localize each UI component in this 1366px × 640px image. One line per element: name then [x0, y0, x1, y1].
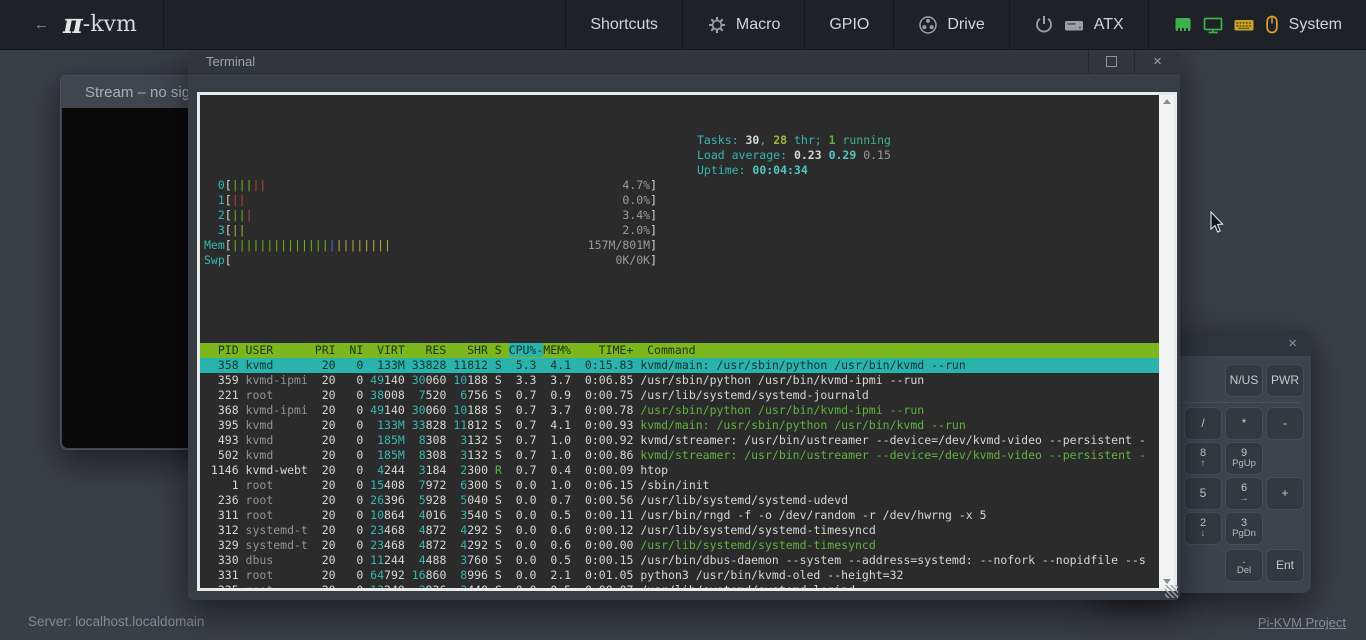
pikvm-logo: π — [63, 9, 83, 40]
process-row-311[interactable]: 311 root 20 0 10864 4016 3540 S 0.0 0.5 … — [200, 508, 1159, 523]
keypad-button-N/US[interactable]: N/US — [1225, 364, 1263, 397]
terminal-titlebar[interactable]: Terminal × — [188, 50, 1180, 74]
keypad-button-9[interactable]: 9PgUp — [1225, 442, 1263, 475]
htop-screen: Tasks: 30, 28 thr; 1 runningLoad average… — [200, 95, 1159, 588]
process-row-236[interactable]: 236 root 20 0 26396 5928 5040 S 0.0 0.7 … — [200, 493, 1159, 508]
close-icon[interactable]: × — [1288, 336, 1297, 351]
process-row-335[interactable]: 335 root 20 0 13240 3936 3440 S 0.0 0.5 … — [200, 583, 1159, 588]
process-row-221[interactable]: 221 root 20 0 38008 7520 6756 S 0.7 0.9 … — [200, 388, 1159, 403]
meter-2: 2[|||3.4%] — [204, 208, 657, 223]
keypad-button-PWR[interactable]: PWR — [1266, 364, 1304, 397]
power-icon — [1034, 14, 1054, 35]
keypad-button-5[interactable]: 5 — [1184, 477, 1222, 510]
terminal-title: Terminal — [188, 54, 1088, 69]
mouse-cursor — [1210, 211, 1226, 240]
process-row-329[interactable]: 329 systemd-t 20 0 23468 4872 4292 S 0.0… — [200, 538, 1159, 553]
pikvm-logo-suffix: -kvm — [83, 12, 137, 37]
process-row-312[interactable]: 312 systemd-t 20 0 23468 4872 4292 S 0.0… — [200, 523, 1159, 538]
terminal-scrollbar[interactable] — [1159, 95, 1174, 588]
nav-item-system[interactable]: System — [1148, 0, 1366, 49]
process-row-358[interactable]: 358 kvmd 20 0 133M 33828 11812 S 5.3 4.1… — [200, 358, 1159, 373]
nav-label: System — [1289, 16, 1342, 34]
keypad-button-3[interactable]: 3PgDn — [1225, 512, 1263, 545]
meter-Swp: Swp[0K/0K] — [204, 253, 657, 268]
pikvm-app: ← π-kvm Shortcuts Macro GPIO — [0, 0, 1366, 640]
htop-summary: Tasks: 30, 28 thr; 1 runningLoad average… — [697, 133, 891, 178]
terminal-window: Terminal × Tasks: 30, 28 thr; 1 runningL… — [188, 50, 1180, 600]
pikvm-project-link[interactable]: Pi-KVM Project — [1258, 615, 1346, 630]
htop-table-header[interactable]: PID USER PRI NI VIRT RES SHR S CPU%-MEM%… — [200, 343, 1159, 358]
keyboard-icon — [1233, 15, 1255, 35]
scroll-up-icon[interactable] — [1159, 95, 1174, 108]
disk-icon — [1063, 15, 1085, 35]
keypad-button-*[interactable]: * — [1225, 407, 1263, 440]
nav-item-shortcuts[interactable]: Shortcuts — [565, 0, 682, 49]
terminal-frame: Tasks: 30, 28 thr; 1 runningLoad average… — [197, 92, 1177, 591]
nav-item-gpio[interactable]: GPIO — [804, 0, 893, 49]
keypad-button-/[interactable]: / — [1184, 407, 1222, 440]
process-row-1146[interactable]: 1146 kvmd-webt 20 0 4244 3184 2300 R 0.7… — [200, 463, 1159, 478]
keypad-button-Ent[interactable]: Ent — [1266, 549, 1304, 582]
maximize-icon — [1106, 56, 1117, 67]
process-row-1[interactable]: 1 root 20 0 15408 7972 6300 S 0.0 1.0 0:… — [200, 478, 1159, 493]
nav-label: Drive — [947, 16, 984, 34]
back-arrow-icon[interactable]: ← — [34, 16, 49, 33]
nav-label: ATX — [1094, 16, 1124, 34]
meter-0: 0[|||||4.7%] — [204, 178, 657, 193]
monitor-icon — [1202, 15, 1224, 35]
resize-grip[interactable] — [1165, 585, 1178, 598]
process-row-330[interactable]: 330 dbus 20 0 11244 4488 3760 S 0.0 0.5 … — [200, 553, 1159, 568]
fan-icon — [918, 15, 938, 35]
process-row-502[interactable]: 502 kvmd 20 0 185M 8308 3132 S 0.7 1.0 0… — [200, 448, 1159, 463]
nav-label: GPIO — [829, 16, 869, 34]
server-label: Server: localhost.localdomain — [28, 614, 204, 629]
nav-item-macro[interactable]: Macro — [682, 0, 804, 49]
meter-3: 3[||2.0%] — [204, 223, 657, 238]
meter-1: 1[||0.0%] — [204, 193, 657, 208]
htop-meters: Tasks: 30, 28 thr; 1 runningLoad average… — [200, 133, 1159, 268]
logo-block: ← π-kvm — [0, 0, 164, 49]
nav-label: Macro — [736, 16, 780, 34]
keypad-button-.[interactable]: .Del — [1225, 549, 1263, 582]
keypad-button-+[interactable]: + — [1266, 477, 1304, 510]
process-row-493[interactable]: 493 kvmd 20 0 185M 8308 3132 S 0.7 1.0 0… — [200, 433, 1159, 448]
nav-menu: Shortcuts Macro GPIO — [565, 0, 1366, 49]
close-button[interactable]: × — [1134, 50, 1180, 74]
maximize-button[interactable] — [1088, 50, 1134, 74]
process-row-368[interactable]: 368 kvmd-ipmi 20 0 49140 30060 10188 S 0… — [200, 403, 1159, 418]
nav-item-atx[interactable]: ATX — [1009, 0, 1148, 49]
process-row-331[interactable]: 331 root 20 0 64792 16860 8996 S 0.0 2.1… — [200, 568, 1159, 583]
nav-label: Shortcuts — [590, 16, 658, 34]
keypad-button-2[interactable]: 2↓ — [1184, 512, 1222, 545]
meter-Mem: Mem[|||||||||||||||||||||||157M/801M] — [204, 238, 657, 253]
keypad-button-6[interactable]: 6→ — [1225, 477, 1263, 510]
htop-process-table: PID USER PRI NI VIRT RES SHR S CPU%-MEM%… — [200, 343, 1159, 588]
top-navbar: ← π-kvm Shortcuts Macro GPIO — [0, 0, 1366, 50]
nav-item-drive[interactable]: Drive — [893, 0, 1008, 49]
process-row-359[interactable]: 359 kvmd-ipmi 20 0 49140 30060 10188 S 3… — [200, 373, 1159, 388]
keypad-button-8[interactable]: 8↑ — [1184, 442, 1222, 475]
ethernet-icon — [1173, 15, 1193, 35]
keypad-button--[interactable]: - — [1266, 407, 1304, 440]
mouse-icon — [1264, 14, 1280, 35]
process-row-395[interactable]: 395 kvmd 20 0 133M 33828 11812 S 0.7 4.1… — [200, 418, 1159, 433]
close-icon: × — [1153, 53, 1162, 70]
gear-icon — [707, 15, 727, 35]
